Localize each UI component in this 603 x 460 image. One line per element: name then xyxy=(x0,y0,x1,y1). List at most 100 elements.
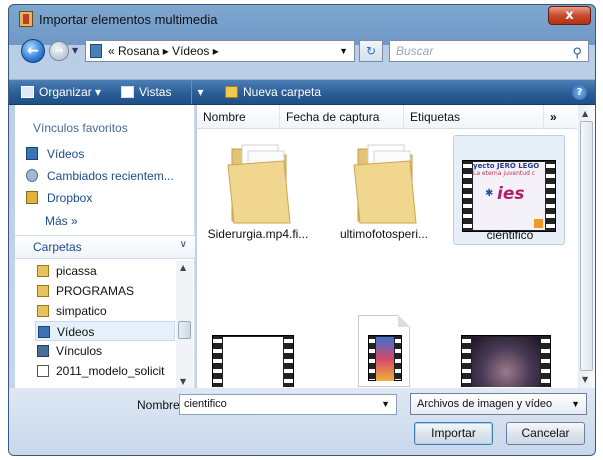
file-name: ultimofotosperi... xyxy=(339,227,429,241)
views-menu[interactable]: Vistas xyxy=(121,80,171,104)
file-item[interactable] xyxy=(453,327,565,387)
thumbnail-text: yecto JERO LEGO xyxy=(473,162,540,170)
chevron-down-icon[interactable]: ∨ xyxy=(180,239,187,250)
name-label: Nombre: xyxy=(137,398,184,412)
file-name: Siderurgia.mp4.fi... xyxy=(207,227,309,241)
film-holes xyxy=(463,161,472,231)
film-icon xyxy=(19,11,33,27)
videos-folder-icon xyxy=(90,44,102,58)
file-name: cientifico xyxy=(486,228,534,242)
close-button[interactable]: x xyxy=(548,6,591,25)
import-button[interactable]: Importar xyxy=(414,422,493,445)
video-thumbnail xyxy=(212,335,294,387)
file-item[interactable]: ultimofotosperi... xyxy=(328,135,440,245)
scroll-up-icon[interactable]: ▲ xyxy=(582,109,588,118)
film-holes xyxy=(546,161,555,231)
address-bar[interactable]: « Rosana ▸ Vídeos ▸ ▼ xyxy=(85,40,355,62)
file-item[interactable]: Siderurgia.mp4.fi... xyxy=(202,135,314,245)
chevron-down-icon[interactable]: ▼ xyxy=(72,46,78,55)
back-button[interactable]: ← xyxy=(21,39,45,63)
thumbnail-frame xyxy=(376,337,394,381)
thumbnail-logo: ies xyxy=(497,184,525,204)
favorites-header: Vínculos favoritos xyxy=(33,121,128,135)
tree-item-modelo[interactable]: 2011_modelo_solicit xyxy=(35,361,165,381)
thumbnail-frame xyxy=(223,337,283,387)
videos-folder-icon xyxy=(26,147,38,160)
address-row: ← → ▼ « Rosana ▸ Vídeos ▸ ▼ ↻ Buscar ⚲ xyxy=(9,33,595,69)
tree-item-simpatico[interactable]: simpatico xyxy=(35,301,107,321)
forward-button[interactable]: → xyxy=(49,41,69,61)
folder-icon xyxy=(37,345,49,357)
thumbnail-frame xyxy=(472,337,540,387)
import-dialog: Importar elementos multimedia x ← → ▼ « … xyxy=(8,4,596,456)
dialog-footer: Nombre: cientifico ▼ Archivos de imagen … xyxy=(9,388,595,455)
more-columns-icon[interactable]: » xyxy=(544,105,577,129)
column-name[interactable]: Nombre xyxy=(197,105,280,129)
film-holes xyxy=(541,336,550,387)
column-header: Nombre Fecha de captura Etiquetas » xyxy=(197,105,577,129)
folder-icon xyxy=(37,285,49,297)
folders-header[interactable]: Carpetas ∨ xyxy=(15,235,195,259)
folders-label: Carpetas xyxy=(33,240,82,254)
help-icon[interactable]: ? xyxy=(572,85,587,100)
folder-icon xyxy=(37,305,49,317)
views-dropdown[interactable]: ▾ xyxy=(191,80,209,104)
favorite-item-dropbox[interactable]: Dropbox xyxy=(26,191,92,205)
column-capture-date[interactable]: Fecha de captura xyxy=(280,105,404,129)
favorite-item-recent[interactable]: Cambiados recientem... xyxy=(26,169,174,183)
play-icon xyxy=(534,219,543,228)
film-holes xyxy=(369,336,375,380)
video-thumbnail xyxy=(461,335,551,387)
film-holes xyxy=(284,336,293,387)
video-thumbnail: yecto JERO LEGO La eterna juventud c ies… xyxy=(462,160,556,232)
file-item[interactable] xyxy=(202,327,314,387)
tree-item-picassa[interactable]: picassa xyxy=(35,261,97,281)
content-scrollbar[interactable]: ▲ ▼ xyxy=(578,105,595,388)
tree-item-videos[interactable]: Vídeos xyxy=(35,321,175,341)
organize-label: Organizar xyxy=(39,85,92,99)
file-item[interactable] xyxy=(328,311,440,387)
film-holes xyxy=(462,336,471,387)
favorite-item-videos[interactable]: Vídeos xyxy=(26,147,84,161)
film-holes xyxy=(213,336,222,387)
file-list: Nombre Fecha de captura Etiquetas » Side… xyxy=(197,105,595,388)
tree-item-vinculos[interactable]: Vínculos xyxy=(35,341,102,361)
file-item-selected[interactable]: yecto JERO LEGO La eterna juventud c ies… xyxy=(453,135,565,245)
column-tags[interactable]: Etiquetas xyxy=(404,105,544,129)
file-type-value: Archivos de imagen y vídeo xyxy=(417,398,553,410)
scroll-thumb[interactable] xyxy=(178,321,191,339)
file-name-input[interactable]: cientifico ▼ xyxy=(179,394,397,415)
chevron-down-icon[interactable]: ▼ xyxy=(381,395,390,414)
cancel-button[interactable]: Cancelar xyxy=(506,422,585,445)
file-type-select[interactable]: Archivos de imagen y vídeo ▼ xyxy=(410,393,587,415)
scroll-down-icon[interactable]: ▼ xyxy=(582,375,588,384)
thumbnail-text: La eterna juventud c xyxy=(473,170,536,177)
breadcrumb[interactable]: « Rosana ▸ Vídeos ▸ xyxy=(108,41,219,61)
organize-menu[interactable]: Organizar ▾ xyxy=(21,80,101,104)
tree-item-programas[interactable]: PROGRAMAS xyxy=(35,281,134,301)
chevron-down-icon[interactable]: ▼ xyxy=(571,394,580,414)
refresh-button[interactable]: ↻ xyxy=(359,40,383,62)
search-placeholder: Buscar xyxy=(396,44,434,58)
file-name-value: cientifico xyxy=(184,398,227,410)
search-input[interactable]: Buscar ⚲ xyxy=(389,40,589,62)
page-fold xyxy=(398,315,410,327)
navigation-pane: Vínculos favoritos Vídeos Cambiados reci… xyxy=(15,105,195,388)
more-link[interactable]: Más » xyxy=(45,214,78,228)
search-icon[interactable]: ⚲ xyxy=(572,43,582,63)
favorite-label: Cambiados recientem... xyxy=(47,169,174,183)
document-icon xyxy=(37,365,49,377)
folder-icon xyxy=(37,265,49,277)
recent-icon xyxy=(26,169,38,182)
video-thumbnail xyxy=(368,335,402,381)
scroll-up-icon[interactable]: ▲ xyxy=(180,263,186,272)
favorite-label: Vídeos xyxy=(47,147,85,161)
scroll-down-icon[interactable]: ▼ xyxy=(180,377,186,386)
favorite-label: Dropbox xyxy=(47,191,93,205)
new-folder-button[interactable]: Nueva carpeta xyxy=(225,80,321,104)
tree-scrollbar[interactable]: ▲ ▼ xyxy=(176,261,193,388)
folder-tree: picassa PROGRAMAS simpatico Vídeos Víncu… xyxy=(15,261,195,388)
chevron-down-icon[interactable]: ▼ xyxy=(339,41,348,61)
scroll-thumb[interactable] xyxy=(580,121,593,371)
star-icon: ✱ xyxy=(485,188,494,199)
